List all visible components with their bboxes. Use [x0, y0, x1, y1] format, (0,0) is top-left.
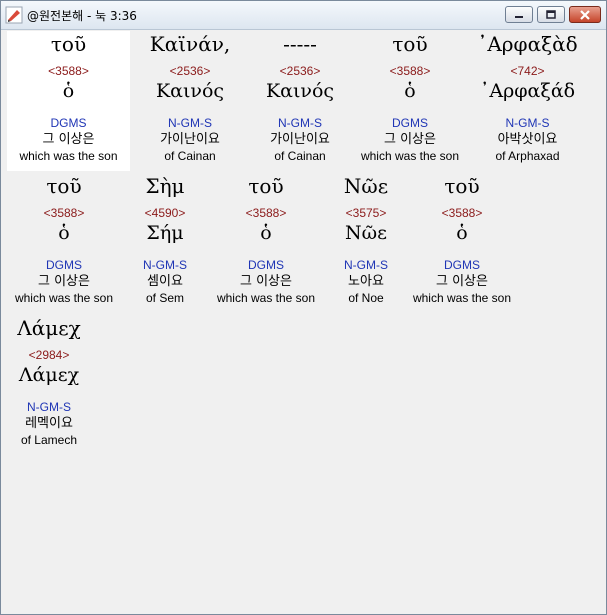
parsing-code: N-GM-S — [505, 116, 550, 130]
korean-gloss: 가이난이요 — [270, 132, 330, 147]
lemma: Νῶε — [345, 222, 387, 244]
strong-number: <3588> — [245, 206, 287, 220]
maximize-button[interactable] — [537, 6, 565, 23]
word-cell[interactable]: Νῶε <3575> Νῶε N-GM-S 노아요 of Noe — [329, 173, 403, 313]
lemma: Καινός — [265, 80, 335, 102]
english-gloss: of Sem — [145, 291, 184, 305]
word-cell[interactable]: ᾿Αρφαξὰδ <742> ᾿Αρφαξάδ N-GM-S 아박삿이요 of … — [470, 31, 585, 171]
strong-number: <3588> — [441, 206, 483, 220]
lemma: ὁ — [404, 80, 416, 102]
word-cell[interactable]: ----- <2536> Καινός N-GM-S 가이난이요 of Cain… — [250, 31, 350, 171]
greek-word: τοῦ — [50, 32, 87, 56]
greek-word: τοῦ — [392, 32, 428, 56]
greek-word: τοῦ — [444, 174, 480, 198]
korean-gloss: 셈이요 — [147, 274, 183, 289]
strong-number: <2536> — [169, 64, 211, 78]
english-gloss: which was the son — [360, 149, 460, 163]
strong-number: <3575> — [345, 206, 387, 220]
word-cell[interactable]: τοῦ <3588> ὁ DGMS 그 이상은 which was the so… — [405, 173, 519, 313]
korean-gloss: 가이난이요 — [160, 132, 220, 147]
app-window: @원전본해 - 눅 3:36 τοῦ <3588> ὁ DGMS 그 이상은 w… — [0, 0, 607, 615]
word-cell[interactable]: Καϊνάν, <2536> Καινός N-GM-S 가이난이요 of Ca… — [140, 31, 240, 171]
word-cell[interactable]: τοῦ <3588> ὁ DGMS 그 이상은 which was the so… — [7, 173, 121, 313]
lemma: ᾿Αρφαξάδ — [479, 80, 576, 102]
english-gloss: of Arphaxad — [495, 149, 560, 163]
greek-word: ᾿Αρφαξὰδ — [477, 32, 578, 56]
strong-number: <4590> — [144, 206, 186, 220]
english-gloss: which was the son — [216, 291, 316, 305]
parsing-code: N-GM-S — [27, 400, 71, 414]
english-gloss: of Cainan — [274, 149, 326, 163]
korean-gloss: 레멕이요 — [25, 416, 73, 431]
greek-word: Νῶε — [343, 174, 389, 198]
lemma: Λάμεχ — [18, 364, 80, 386]
greek-word: Καϊνάν, — [149, 32, 231, 56]
interlinear-view: τοῦ <3588> ὁ DGMS 그 이상은 which was the so… — [7, 31, 601, 610]
strong-number: <2984> — [28, 348, 70, 362]
word-cell[interactable]: τοῦ <3588> ὁ DGMS 그 이상은 which was the so… — [209, 173, 323, 313]
korean-gloss: 그 이상은 — [42, 132, 95, 147]
minimize-icon — [515, 15, 523, 18]
word-cell[interactable]: τοῦ <3588> ὁ DGMS 그 이상은 which was the so… — [7, 31, 130, 171]
lemma: ὁ — [62, 80, 75, 102]
parsing-code: DGMS — [444, 258, 480, 272]
parsing-code: N-GM-S — [168, 116, 212, 130]
greek-word: Σὴμ — [145, 174, 185, 198]
english-gloss: which was the son — [19, 149, 118, 163]
lemma: Σήμ — [146, 222, 184, 244]
greek-word: ----- — [283, 32, 317, 56]
maximize-icon — [546, 10, 556, 19]
korean-gloss: 그 이상은 — [240, 274, 292, 289]
korean-gloss: 아박삿이요 — [497, 132, 558, 147]
greek-word: τοῦ — [46, 174, 82, 198]
lemma: Καινός — [155, 80, 225, 102]
lemma: ὁ — [456, 222, 468, 244]
korean-gloss: 그 이상은 — [38, 274, 90, 289]
parsing-code: DGMS — [46, 258, 82, 272]
english-gloss: which was the son — [412, 291, 512, 305]
english-gloss: of Lamech — [20, 433, 78, 447]
parsing-code: DGMS — [392, 116, 428, 130]
english-gloss: of Noe — [348, 291, 384, 305]
window-title: @원전본해 - 눅 3:36 — [27, 9, 137, 23]
greek-word: Λάμεχ — [17, 316, 81, 340]
parsing-code: DGMS — [50, 116, 87, 130]
parsing-code: N-GM-S — [143, 258, 187, 272]
strong-number: <2536> — [279, 64, 321, 78]
word-cell[interactable]: Σὴμ <4590> Σήμ N-GM-S 셈이요 of Sem — [129, 173, 201, 313]
korean-gloss: 그 이상은 — [436, 274, 488, 289]
title-bar[interactable]: @원전본해 - 눅 3:36 — [1, 1, 606, 30]
greek-word: τοῦ — [248, 174, 284, 198]
word-cell[interactable]: τοῦ <3588> ὁ DGMS 그 이상은 which was the so… — [350, 31, 470, 171]
lemma: ὁ — [58, 222, 70, 244]
strong-number: <3588> — [48, 64, 89, 78]
lemma: ὁ — [260, 222, 272, 244]
english-gloss: which was the son — [14, 291, 114, 305]
word-cell[interactable]: Λάμεχ <2984> Λάμεχ N-GM-S 레멕이요 of Lamech — [7, 315, 91, 455]
parsing-code: DGMS — [248, 258, 284, 272]
parsing-code: N-GM-S — [344, 258, 388, 272]
strong-number: <742> — [510, 64, 545, 78]
strong-number: <3588> — [43, 206, 85, 220]
korean-gloss: 노아요 — [348, 274, 384, 289]
close-button[interactable] — [569, 6, 601, 23]
english-gloss: of Cainan — [164, 149, 216, 163]
minimize-button[interactable] — [505, 6, 533, 23]
strong-number: <3588> — [389, 64, 431, 78]
app-icon — [5, 6, 23, 24]
korean-gloss: 그 이상은 — [384, 132, 436, 147]
parsing-code: N-GM-S — [278, 116, 322, 130]
close-icon — [580, 9, 590, 20]
